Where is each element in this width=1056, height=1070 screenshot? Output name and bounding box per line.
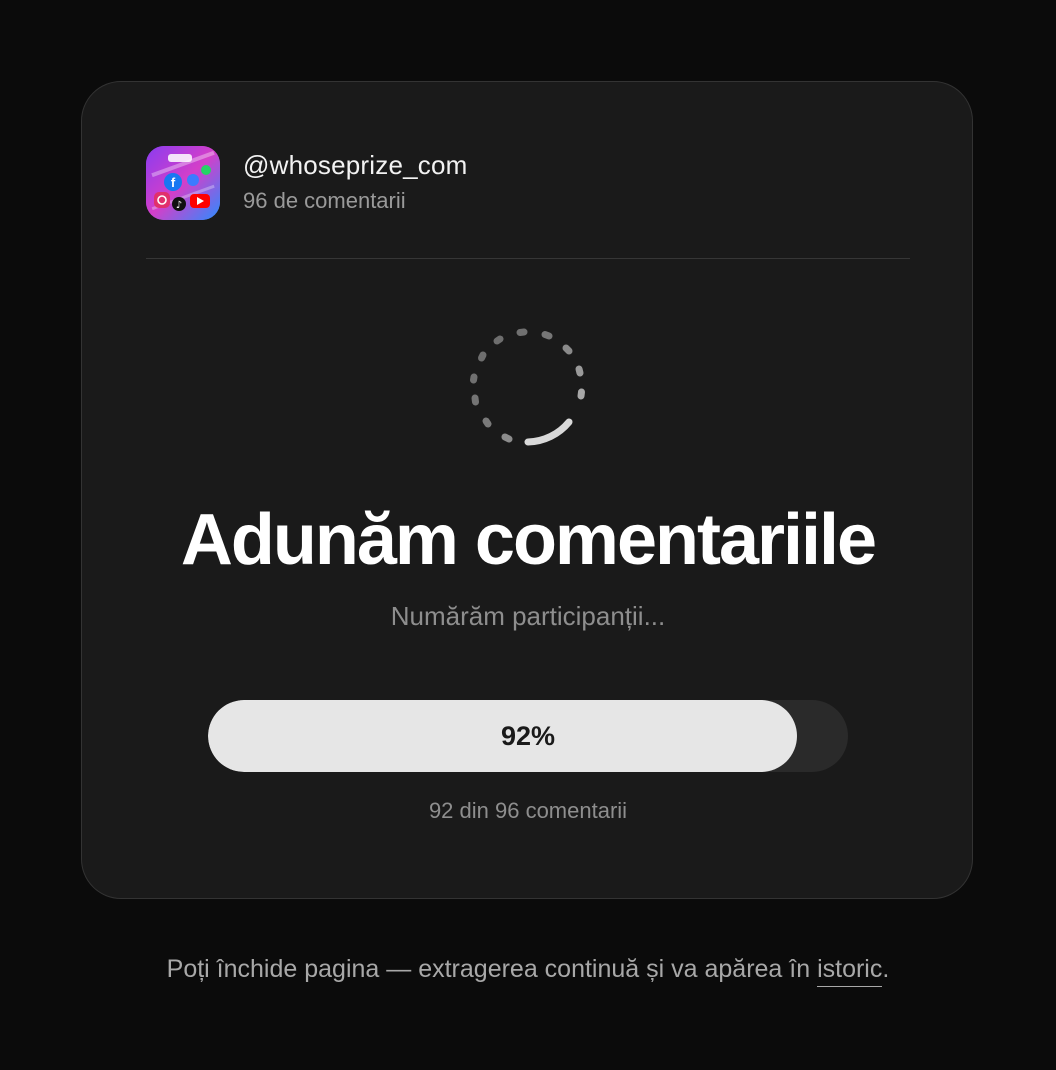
history-link[interactable]: istoric bbox=[817, 955, 883, 987]
social-media-collage-icon: f ♪ bbox=[146, 146, 220, 220]
svg-text:f: f bbox=[171, 175, 176, 190]
progress-percent: 92% bbox=[500, 721, 556, 751]
progress-bar: 92% bbox=[208, 700, 848, 772]
footer-period: . bbox=[882, 955, 890, 983]
svg-text:♪: ♪ bbox=[176, 200, 182, 211]
extraction-card: f ♪ @whoseprize_com 96 de comentarii Adu… bbox=[81, 81, 973, 899]
account-avatar: f ♪ bbox=[146, 146, 220, 220]
progress-count: 92 din 96 comentarii bbox=[428, 798, 628, 823]
footer-note: Poți închide pagina — extragerea continu… bbox=[0, 955, 1056, 987]
account-handle: @whoseprize_com bbox=[243, 150, 468, 180]
loading-spinner-icon bbox=[470, 328, 585, 446]
comment-total: 96 de comentarii bbox=[243, 188, 406, 213]
header-divider bbox=[146, 258, 910, 259]
status-title: Adunăm comentariile bbox=[180, 500, 877, 580]
status-subtitle: Numărăm participanții... bbox=[390, 601, 666, 631]
footer-text: Poți închide pagina — extragerea continu… bbox=[166, 955, 818, 983]
